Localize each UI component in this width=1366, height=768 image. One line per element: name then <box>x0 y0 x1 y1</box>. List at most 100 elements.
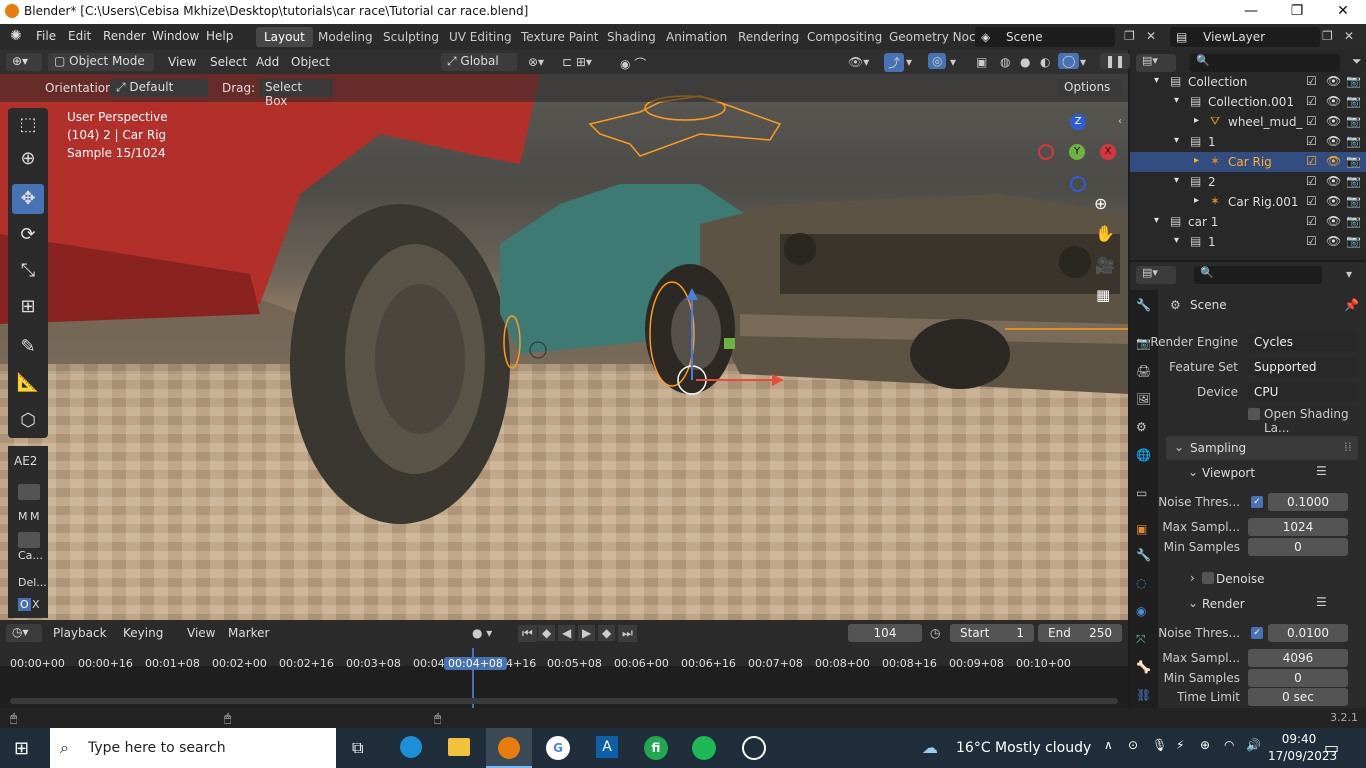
shading-material-icon[interactable]: ◐ <box>1040 55 1050 69</box>
workspace-tab-rendering[interactable]: Rendering <box>730 27 807 47</box>
scene-tab-icon[interactable]: ⚙ <box>1136 420 1147 434</box>
outliner-row[interactable]: ▾ ▤ car 1 ☑ 👁 📷 <box>1130 212 1366 232</box>
viewport-noise-threshold-checkbox[interactable]: ✓ <box>1251 496 1263 508</box>
blender-menu-icon[interactable]: ✺ <box>10 28 22 44</box>
exclude-checkbox-icon[interactable]: ☑ <box>1306 94 1317 108</box>
xray-icon[interactable]: ▣ <box>976 55 987 69</box>
render-camera-icon[interactable]: 📷 <box>1346 174 1361 188</box>
panel-drag-icon[interactable]: ⁞⁞ <box>1344 440 1352 454</box>
render-camera-icon[interactable]: 📷 <box>1346 154 1361 168</box>
workspace-tab-compositing[interactable]: Compositing <box>799 27 890 47</box>
scale-icon[interactable]: ⤡ <box>12 256 44 286</box>
exclude-checkbox-icon[interactable]: ☑ <box>1306 174 1317 188</box>
shading-rendered-icon[interactable]: ◯ <box>1058 53 1080 69</box>
render-camera-icon[interactable]: 📷 <box>1346 134 1361 148</box>
transform-orientation-selector[interactable]: ⤢ Global <box>441 53 517 71</box>
exclude-checkbox-icon[interactable]: ☑ <box>1306 114 1317 128</box>
addon-m2-button[interactable]: M <box>30 510 40 523</box>
overlays-toggle-icon[interactable]: ◎ <box>928 53 947 69</box>
wifi-icon[interactable]: ◠ <box>1224 738 1234 752</box>
timeline-menu-playback[interactable]: Playback <box>53 626 107 640</box>
properties-search-input[interactable]: 🔍 <box>1194 266 1322 284</box>
move-icon[interactable]: ✥ <box>12 184 44 214</box>
delete-view-layer-icon[interactable]: ✕ <box>1344 29 1354 43</box>
zoom-icon[interactable]: ⊕ <box>1094 194 1107 213</box>
render-max-samples-field[interactable]: 4096 <box>1248 649 1348 667</box>
timeline-menu-marker[interactable]: Marker <box>228 626 269 640</box>
camera-tray-icon[interactable]: ⊙ <box>1128 738 1138 752</box>
outliner-filter-icon[interactable]: ⏷ <box>1352 54 1362 69</box>
current-frame-field[interactable]: 104 <box>848 624 922 642</box>
microphone-icon[interactable]: 🎙 <box>1152 738 1167 752</box>
render-camera-icon[interactable]: 📷 <box>1346 194 1361 208</box>
properties-editor-type-icon[interactable]: ▤▾ <box>1136 266 1176 284</box>
outliner-expand-icon[interactable]: ▾ <box>1154 75 1159 86</box>
exclude-checkbox-icon[interactable]: ☑ <box>1306 194 1317 208</box>
outliner-row[interactable]: ▸ ✶ Car Rig ☑ 👁 📷 <box>1130 152 1366 172</box>
close-icon[interactable]: ✕ <box>1320 0 1366 24</box>
outliner-row[interactable]: ▾ ▤ 1 ☑ 👁 📷 <box>1130 232 1366 252</box>
render-min-samples-field[interactable]: 0 <box>1248 669 1348 687</box>
play-reverse-icon[interactable]: ◀ <box>558 625 576 641</box>
azure-icon[interactable]: A <box>596 736 618 758</box>
auto-keying-icon[interactable]: ● ▾ <box>472 626 492 640</box>
render-presets-icon[interactable]: ☰ <box>1316 595 1327 609</box>
proportional-edit-icon[interactable]: ◉ ⌒ <box>620 55 646 72</box>
minimize-icon[interactable]: — <box>1228 0 1274 24</box>
open-shading-checkbox[interactable] <box>1248 408 1260 420</box>
menu-add[interactable]: Add <box>256 55 279 69</box>
preview-range-icon[interactable]: ◷ <box>930 626 940 640</box>
outliner-row[interactable]: ▾ ▤ Collection.001 ☑ 👁 📷 <box>1130 92 1366 112</box>
delete-scene-icon[interactable]: ✕ <box>1146 29 1156 43</box>
addon-field-2[interactable] <box>18 532 40 548</box>
exclude-checkbox-icon[interactable]: ☑ <box>1306 154 1317 168</box>
weather-text[interactable]: 16°C Mostly cloudy <box>956 740 1091 756</box>
language-icon[interactable]: ⊕ <box>1200 738 1210 752</box>
denoise-subpanel-header[interactable]: › Denoise <box>1166 568 1358 590</box>
render-camera-icon[interactable]: 📷 <box>1346 94 1361 108</box>
tool-tab-icon[interactable]: 🔧 <box>1136 298 1151 312</box>
outliner-expand-icon[interactable]: ▾ <box>1174 95 1179 106</box>
menu-object[interactable]: Object <box>291 55 330 69</box>
3d-viewport[interactable]: User Perspective (104) 2 | Car Rig Sampl… <box>0 74 1128 620</box>
pivot-icon[interactable]: ⊗▾ <box>528 55 544 69</box>
workspace-tab-shading[interactable]: Shading <box>599 27 664 47</box>
denoise-checkbox[interactable] <box>1202 572 1214 584</box>
timeline-editor-type-icon[interactable]: ◷▾ <box>6 624 42 642</box>
device-dropdown[interactable]: CPU <box>1248 383 1358 401</box>
menu-render[interactable]: Render <box>103 29 146 43</box>
pause-render-icon[interactable]: ❚❚ <box>1100 53 1131 69</box>
exclude-checkbox-icon[interactable]: ☑ <box>1306 214 1317 228</box>
workspace-tab-sculpting[interactable]: Sculpting <box>375 27 447 47</box>
outliner-expand-icon[interactable]: ▾ <box>1154 215 1159 226</box>
jump-keyframe-back-icon[interactable]: ◆ <box>538 625 556 641</box>
mode-selector[interactable]: ▢ Object Mode <box>48 53 154 71</box>
timeline-scrollbar[interactable] <box>10 698 1118 704</box>
add-cube-icon[interactable]: ⬡ <box>12 406 44 436</box>
rotate-icon[interactable]: ⟳ <box>12 220 44 250</box>
visibility-eye-icon[interactable]: 👁 <box>1326 94 1341 108</box>
workspace-tab-geometry-nodes[interactable]: Geometry Noc <box>881 27 984 47</box>
view-layer-selector[interactable]: ▤ ViewLayer <box>1170 27 1320 47</box>
file-explorer-icon[interactable] <box>448 738 470 756</box>
outliner-expand-icon[interactable]: ▾ <box>1174 235 1179 246</box>
particles-tab-icon[interactable]: ◌ <box>1136 576 1146 590</box>
restore-icon[interactable]: ❐ <box>1274 0 1320 24</box>
addon-x-button[interactable]: X <box>32 598 40 611</box>
taskbar-search-box[interactable]: ⌕ Type here to search <box>50 728 336 768</box>
render-camera-icon[interactable]: 📷 <box>1346 214 1361 228</box>
workspace-tab-animation[interactable]: Animation <box>658 27 735 47</box>
select-box-icon[interactable]: ⬚ <box>12 110 44 140</box>
viewport-max-samples-field[interactable]: 1024 <box>1248 518 1348 536</box>
visibility-eye-icon[interactable]: 👁 <box>1326 154 1341 168</box>
outliner-expand-icon[interactable]: ▸ <box>1194 195 1199 206</box>
gizmo-y-axis[interactable]: Y <box>1069 144 1085 160</box>
gizmo-neg-z-axis[interactable] <box>1070 176 1086 192</box>
viewport-noise-threshold-field[interactable]: 0.1000 <box>1268 493 1348 511</box>
shading-dropdown-icon[interactable]: ▾ <box>1080 55 1086 69</box>
viewport-presets-icon[interactable]: ☰ <box>1316 464 1327 478</box>
ortho-grid-icon[interactable]: ▦ <box>1096 286 1110 304</box>
visibility-eye-icon[interactable]: 👁 <box>1326 214 1341 228</box>
addon-o-button[interactable]: O <box>18 598 31 611</box>
render-camera-icon[interactable]: 📷 <box>1346 234 1361 248</box>
